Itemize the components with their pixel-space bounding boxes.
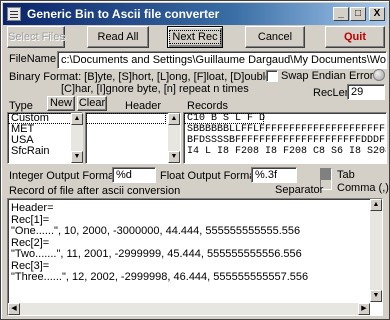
output-line: "Three......", 12, 2002, -2999998, 46.44… [11,271,309,283]
separator-label: Separator [275,184,324,196]
read-all-button[interactable]: Read All [87,26,149,48]
cancel-button[interactable]: Cancel [245,26,305,48]
filename-field[interactable]: c:\Documents and Settings\Guillaume Darg… [57,51,387,69]
separator-tab-label: Tab [337,169,355,181]
scroll-up-icon[interactable]: ▲ [370,199,382,211]
filename-label: FileName [9,53,57,65]
records-label: Records [187,100,228,112]
output-hscrollbar[interactable]: ◀ ▶ [8,303,370,315]
float-format-field[interactable]: %.3f [251,167,297,183]
record-item[interactable]: SBBBBBBLLFFLFFFFFFFFFFFFFFFFFFFFFFF [184,124,386,135]
swap-endian-label: Swap Endian [281,70,346,82]
output-scrollbar[interactable]: ▲ ▼ [370,199,382,302]
output-line: "One......", 10, 2000, -3000000, 44.444,… [11,225,301,237]
scroll-down-icon[interactable]: ▼ [370,290,382,302]
record-caption: Record of file after ascii conversion [9,185,181,197]
separator-switch-thumb[interactable] [321,169,331,180]
header-list-scrollbar[interactable]: ▲ ▼ [168,113,180,163]
title-bar[interactable]: Generic Bin to Ascii file converter _ □ … [3,3,387,25]
integer-format-field[interactable]: %d [112,167,156,183]
type-label: Type [9,100,33,112]
main-window: Generic Bin to Ascii file converter _ □ … [0,0,390,320]
error-indicator [373,69,385,81]
header-item[interactable] [86,113,166,124]
reclen-label: RecLen [313,87,351,99]
output-textbox[interactable]: Header= Rec[1]= "One......", 10, 2000, -… [7,198,383,316]
scroll-left-icon[interactable]: ◀ [8,303,20,315]
scroll-down-icon[interactable]: ▼ [168,151,180,163]
maximize-button[interactable]: □ [350,7,366,21]
output-line: "Two.......", 11, 2001, -2999999, 45.444… [11,248,302,260]
scroll-up-icon[interactable]: ▲ [168,113,180,125]
output-line: Header= [11,202,54,214]
scroll-down-icon[interactable]: ▼ [71,151,83,163]
quit-button[interactable]: Quit [325,26,385,48]
header-list[interactable] [85,112,181,164]
scroll-right-icon[interactable]: ▶ [358,303,370,315]
app-icon[interactable] [7,7,21,21]
record-item[interactable]: I4 L I8 F208 I8 F208 C8 S6 I8 S208 I8 S2… [184,146,386,157]
float-format-label: Float Output Format [160,170,259,182]
integer-format-label: Integer Output Format [9,170,118,182]
separator-comma-label: Comma (,) [337,182,389,194]
header-label: Header [125,100,162,112]
record-item[interactable]: C10 B S L F D [184,113,265,124]
close-button[interactable]: X [369,7,385,21]
swap-endian-checkbox[interactable] [266,70,278,82]
binary-format-line2: [C]har, [I]gnore byte, [n] repeat n time… [61,83,249,95]
clear-type-button[interactable]: Clear [77,96,107,111]
new-type-button[interactable]: New [47,96,75,111]
select-files-button[interactable]: Select Files [7,26,65,48]
scroll-up-icon[interactable]: ▲ [71,113,83,125]
window-title: Generic Bin to Ascii file converter [27,7,220,21]
record-item[interactable]: BFDSSSSBFFFFFFFFFFFFFFFFFFFFFDDDF [184,135,386,146]
reclen-field[interactable]: 29 [347,84,385,100]
next-rec-label: Next Rec [169,30,221,44]
type-list-scrollbar[interactable]: ▲ ▼ [71,113,83,163]
minimize-button[interactable]: _ [333,7,349,21]
records-list[interactable]: C10 B S L F D SBBBBBBLLFFLFFFFFFFFFFFFFF… [183,112,387,164]
next-rec-button[interactable]: Next Rec [167,26,223,48]
binary-format-line1: Binary Format: [B]yte, [S]hort, [L]ong, … [9,71,275,83]
error-label: Error [349,70,374,82]
